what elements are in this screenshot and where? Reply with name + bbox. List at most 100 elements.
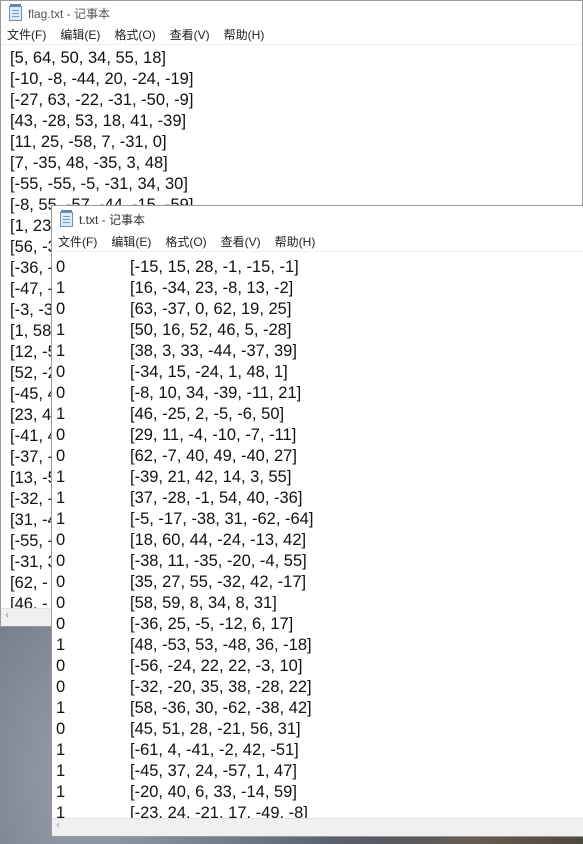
t-row-label: 0 (56, 573, 66, 591)
t-row-vector: [16, -34, 23, -8, 13, -2] (130, 279, 294, 297)
t-row-label: 0 (56, 657, 66, 675)
flag-text-line: [5, 64, 50, 34, 55, 18] (10, 49, 166, 67)
t-text-line: 1 [46, -25, 2, -5, -6, 50] (52, 404, 583, 425)
t-text-line: 0 [58, 59, 8, 34, 8, 31] (52, 593, 583, 614)
t-text-line: 0 [-34, 15, -24, 1, 48, 1] (52, 362, 583, 383)
flag-menu-edit[interactable]: 编辑(E) (53, 26, 107, 43)
t-row-label: 1 (56, 636, 66, 654)
t-row-vector: [62, -7, 40, 49, -40, 27] (130, 447, 297, 465)
t-row-label: 0 (56, 300, 66, 318)
t-menu-format[interactable]: 格式(O) (158, 233, 213, 250)
t-window-title: t.txt - 记事本 (79, 212, 146, 227)
t-row-label: 1 (56, 762, 66, 780)
scroll-left-arrow-icon[interactable]: ‹ (5, 610, 9, 621)
t-row-vector: [18, 60, 44, -24, -13, 42] (130, 531, 307, 549)
flag-text-line: [43, -28, 53, 18, 41, -39] (10, 112, 187, 130)
t-row-vector: [-39, 21, 42, 14, 3, 55] (130, 468, 292, 486)
t-row-vector: [50, 16, 52, 46, 5, -28] (130, 321, 292, 339)
notepad-icon (9, 3, 22, 21)
t-text-line: 0 [35, 27, 55, -32, 42, -17] (52, 572, 583, 593)
t-row-label: 1 (56, 405, 66, 423)
t-menu-help[interactable]: 帮助(H) (268, 233, 323, 250)
t-row-vector: [-56, -24, 22, 22, -3, 10] (130, 657, 303, 675)
t-row-label: 1 (56, 741, 66, 759)
t-row-vector: [46, -25, 2, -5, -6, 50] (130, 405, 285, 423)
t-row-label: 1 (56, 510, 66, 528)
t-row-label: 1 (56, 783, 66, 801)
t-row-label: 1 (56, 699, 66, 717)
t-menu-bar: 文件(F) 编辑(E) 格式(O) 查看(V) 帮助(H) (52, 232, 583, 252)
scroll-left-arrow-icon[interactable]: ‹ (56, 820, 60, 831)
flag-menu-file[interactable]: 文件(F) (1, 26, 53, 43)
t-notepad-window[interactable]: t.txt - 记事本 文件(F) 编辑(E) 格式(O) 查看(V) 帮助(H… (51, 205, 583, 837)
flag-text-line: [-55, -55, -5, -31, 34, 30] (10, 175, 188, 193)
t-text-line: 0 [-15, 15, 28, -1, -15, -1] (52, 257, 583, 278)
t-text-area[interactable]: 0 [-15, 15, 28, -1, -15, -1] 1 [16, -34, 23… (52, 257, 583, 822)
flag-menu-view[interactable]: 查看(V) (163, 26, 217, 43)
t-row-label: 0 (56, 594, 66, 612)
t-row-vector: [37, -28, -1, 54, 40, -36] (130, 489, 303, 507)
t-text-line: 0 [-36, 25, -5, -12, 6, 17] (52, 614, 583, 635)
t-row-vector: [38, 3, 33, -44, -37, 39] (130, 342, 297, 360)
t-text-line: 0 [-32, -20, 35, 38, -28, 22] (52, 677, 583, 698)
t-row-label: 0 (56, 363, 66, 381)
t-text-line: 1 [-5, -17, -38, 31, -62, -64] (52, 509, 583, 530)
t-row-label: 0 (56, 258, 66, 276)
t-row-vector: [63, -37, 0, 62, 19, 25] (130, 300, 292, 318)
t-row-vector: [-34, 15, -24, 1, 48, 1] (130, 363, 288, 381)
t-row-label: 0 (56, 552, 66, 570)
t-row-vector: [-20, 40, 6, 33, -14, 59] (130, 783, 297, 801)
t-row-vector: [58, 59, 8, 34, 8, 31] (130, 594, 277, 612)
t-row-label: 0 (56, 720, 66, 738)
t-text-line: 1 [-45, 37, 24, -57, 1, 47] (52, 761, 583, 782)
t-row-vector: [-32, -20, 35, 38, -28, 22] (130, 678, 312, 696)
t-text-line: 1 [58, -36, 30, -62, -38, 42] (52, 698, 583, 719)
flag-text-line: [-10, -8, -44, 20, -24, -19] (10, 70, 194, 88)
t-text-line: 0 [-8, 10, 34, -39, -11, 21] (52, 383, 583, 404)
t-text-line: 1 [48, -53, 53, -48, 36, -18] (52, 635, 583, 656)
t-text-line: 0 [-56, -24, 22, 22, -3, 10] (52, 656, 583, 677)
notepad-icon (60, 209, 73, 227)
t-horizontal-scrollbar[interactable]: ‹ (52, 818, 583, 836)
t-menu-edit[interactable]: 编辑(E) (104, 233, 158, 250)
t-row-label: 0 (56, 384, 66, 402)
t-row-label: 0 (56, 447, 66, 465)
t-row-label: 0 (56, 531, 66, 549)
flag-menu-bar: 文件(F) 编辑(E) 格式(O) 查看(V) 帮助(H) (1, 25, 582, 45)
t-row-vector: [58, -36, 30, -62, -38, 42] (130, 699, 312, 717)
flag-window-title: flag.txt - 记事本 (28, 6, 111, 21)
t-menu-view[interactable]: 查看(V) (214, 233, 268, 250)
t-row-label: 1 (56, 342, 66, 360)
t-text-line: 0 [63, -37, 0, 62, 19, 25] (52, 299, 583, 320)
t-row-vector: [29, 11, -4, -10, -7, -11] (130, 426, 297, 444)
flag-menu-help[interactable]: 帮助(H) (217, 26, 272, 43)
flag-title-bar[interactable]: flag.txt - 记事本 (1, 1, 582, 25)
t-row-label: 1 (56, 489, 66, 507)
t-row-vector: [45, 51, 28, -21, 56, 31] (130, 720, 301, 738)
flag-text-line: [11, 25, -58, 7, -31, 0] (10, 133, 167, 151)
t-text-line: 0 [18, 60, 44, -24, -13, 42] (52, 530, 583, 551)
flag-menu-format[interactable]: 格式(O) (107, 26, 162, 43)
t-row-vector: [-61, 4, -41, -2, 42, -51] (130, 741, 299, 759)
t-row-vector: [48, -53, 53, -48, 36, -18] (130, 636, 312, 654)
t-row-label: 0 (56, 615, 66, 633)
flag-text-line: [-27, 63, -22, -31, -50, -9] (10, 91, 194, 109)
t-row-vector: [-45, 37, 24, -57, 1, 47] (130, 762, 297, 780)
t-row-label: 1 (56, 279, 66, 297)
t-text-line: 1 [38, 3, 33, -44, -37, 39] (52, 341, 583, 362)
flag-text-line: [7, -35, 48, -35, 3, 48] (10, 154, 168, 172)
t-text-line: 1 [37, -28, -1, 54, 40, -36] (52, 488, 583, 509)
t-row-label: 0 (56, 426, 66, 444)
t-row-vector: [-5, -17, -38, 31, -62, -64] (130, 510, 314, 528)
t-text-line: 0 [-38, 11, -35, -20, -4, 55] (52, 551, 583, 572)
t-row-label: 1 (56, 321, 66, 339)
t-text-line: 1 [50, 16, 52, 46, 5, -28] (52, 320, 583, 341)
t-row-label: 1 (56, 468, 66, 486)
t-row-vector: [-36, 25, -5, -12, 6, 17] (130, 615, 294, 633)
t-title-bar[interactable]: t.txt - 记事本 (52, 206, 583, 232)
t-text-line: 1 [-61, 4, -41, -2, 42, -51] (52, 740, 583, 761)
t-text-line: 1 [16, -34, 23, -8, 13, -2] (52, 278, 583, 299)
t-row-vector: [-8, 10, 34, -39, -11, 21] (130, 384, 302, 402)
t-text-line: 0 [62, -7, 40, 49, -40, 27] (52, 446, 583, 467)
t-menu-file[interactable]: 文件(F) (52, 233, 104, 250)
